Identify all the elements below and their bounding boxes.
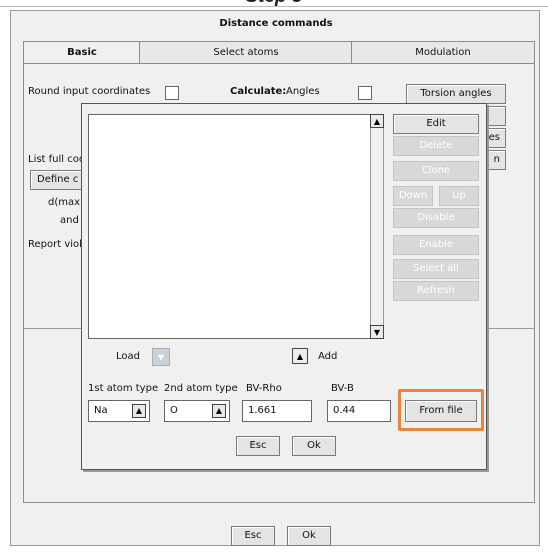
- atom1-label: 1st atom type: [88, 383, 159, 394]
- atom1-combo[interactable]: Na ▲: [88, 400, 150, 422]
- edit-button[interactable]: Edit: [393, 114, 479, 134]
- tab-modulation[interactable]: Modulation: [351, 41, 535, 63]
- atom2-dropdown-icon[interactable]: ▲: [212, 404, 226, 418]
- tab-basic[interactable]: Basic: [23, 41, 141, 64]
- calculate-label: Calculate:: [230, 86, 287, 97]
- from-file-highlight: [398, 389, 484, 431]
- torsion-angles-button[interactable]: Torsion angles: [406, 84, 506, 104]
- report-label: Report viol: [28, 239, 82, 250]
- atom2-combo[interactable]: O ▲: [164, 400, 230, 422]
- tab-select-atoms[interactable]: Select atoms: [139, 41, 353, 63]
- listbox-scrollbar[interactable]: ▲ ▼: [370, 114, 384, 339]
- items-listbox[interactable]: [88, 114, 384, 339]
- round-input-checkbox[interactable]: [165, 86, 179, 100]
- enable-button[interactable]: Enable: [393, 235, 479, 255]
- up-button[interactable]: Up: [439, 186, 479, 206]
- clone-button[interactable]: Clone: [393, 161, 479, 181]
- scroll-up-icon[interactable]: ▲: [370, 114, 384, 128]
- bv-b-label: BV-B: [331, 383, 354, 394]
- atom1-dropdown-icon[interactable]: ▲: [132, 404, 146, 418]
- window-title: Distance commands: [219, 18, 333, 29]
- add-label: Add: [318, 351, 338, 362]
- add-up-icon[interactable]: ▲: [292, 348, 308, 364]
- down-button[interactable]: Down: [393, 186, 433, 206]
- dmax-label: d(max): [48, 197, 84, 208]
- disable-button[interactable]: Disable: [393, 208, 479, 228]
- atom1-value: Na: [94, 405, 108, 416]
- delete-button[interactable]: Delete: [393, 136, 479, 156]
- bv-rho-input[interactable]: 1.661: [242, 400, 312, 422]
- load-label: Load: [116, 351, 140, 362]
- select-all-button[interactable]: Select all: [393, 259, 479, 279]
- dialog-ok-button[interactable]: Ok: [292, 436, 336, 456]
- list-full-label: List full coo: [28, 154, 85, 165]
- round-input-label: Round input coordinates: [28, 86, 151, 97]
- atom2-label: 2nd atom type: [164, 383, 238, 394]
- footer-ok-button[interactable]: Ok: [287, 526, 331, 546]
- bv-b-input[interactable]: 0.44: [327, 400, 391, 422]
- angles-label: Angles: [286, 86, 320, 97]
- dialog-esc-button[interactable]: Esc: [236, 436, 280, 456]
- refresh-button[interactable]: Refresh: [393, 281, 479, 301]
- angles-checkbox[interactable]: [358, 86, 372, 100]
- load-down-icon[interactable]: ▼: [152, 348, 170, 366]
- title-divider: [0, 6, 548, 7]
- atom2-value: O: [170, 405, 178, 416]
- footer-esc-button[interactable]: Esc: [231, 526, 275, 546]
- scroll-down-icon[interactable]: ▼: [370, 325, 384, 339]
- bv-rho-label: BV-Rho: [246, 383, 282, 394]
